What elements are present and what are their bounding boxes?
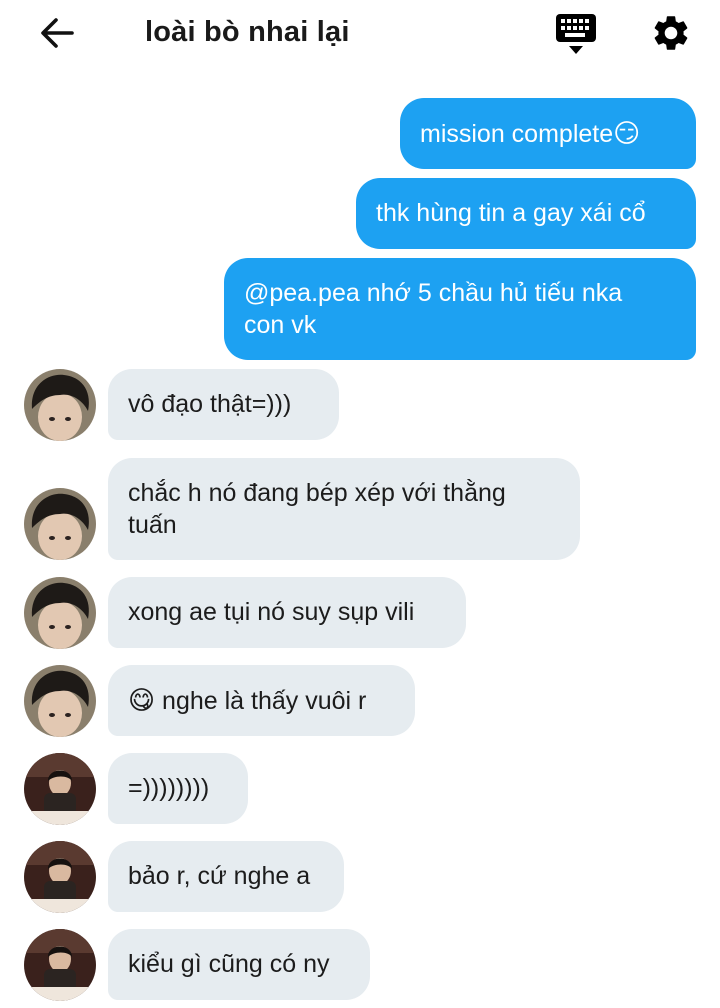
keyboard-icon: [556, 14, 596, 54]
avatar[interactable]: [24, 841, 96, 913]
message-text: xong ae tụi nó suy sụp vili: [128, 598, 415, 626]
message-bubble-incoming[interactable]: =)))))))): [108, 753, 248, 824]
message-bubble-outgoing[interactable]: @pea.pea nhớ 5 chầu hủ tiếu nka con vk: [224, 258, 696, 360]
message-bubble-incoming[interactable]: kiểu gì cũng có ny: [108, 929, 370, 1000]
avatar[interactable]: [24, 369, 96, 441]
message-bubble-incoming[interactable]: chắc h nó đang bép xép với thằng tuấn: [108, 458, 580, 560]
message-text: thk hùng tin a gay xái cổ: [376, 199, 646, 227]
avatar[interactable]: [24, 753, 96, 825]
message-text: =)))))))): [128, 774, 210, 802]
avatar[interactable]: [24, 488, 96, 560]
message-bubble-outgoing[interactable]: mission complete😏: [400, 98, 696, 169]
message-text-line: con vk: [244, 311, 317, 339]
back-button[interactable]: [38, 14, 76, 52]
message-text: vô đạo thật=))): [128, 390, 292, 418]
message-text-line: tuấn: [128, 511, 177, 539]
avatar[interactable]: [24, 577, 96, 649]
smirk-emoji-icon: 😏: [613, 118, 641, 148]
message-bubble-outgoing[interactable]: thk hùng tin a gay xái cổ: [356, 178, 696, 249]
message-bubble-incoming[interactable]: vô đạo thật=))): [108, 369, 339, 440]
message-text: nghe là thấy vuôi r: [155, 687, 367, 715]
message-text: bảo r, cứ nghe a: [128, 862, 311, 890]
yum-emoji-icon: 😋: [128, 685, 156, 715]
settings-button[interactable]: [650, 12, 692, 54]
conversation-title: loài bò nhai lại: [145, 16, 350, 48]
message-text-line: chắc h nó đang bép xép với thằng: [128, 479, 506, 507]
message-text: kiểu gì cũng có ny: [128, 950, 330, 978]
chat-header: loài bò nhai lại: [0, 0, 720, 70]
avatar[interactable]: [24, 665, 96, 737]
keyboard-button[interactable]: [555, 12, 597, 56]
message-text-line: @pea.pea nhớ 5 chầu hủ tiếu nka: [244, 279, 623, 307]
avatar[interactable]: [24, 929, 96, 1001]
message-bubble-incoming[interactable]: 😋 nghe là thấy vuôi r: [108, 665, 415, 736]
message-bubble-incoming[interactable]: xong ae tụi nó suy sụp vili: [108, 577, 466, 648]
message-text: mission complete: [420, 120, 614, 148]
arrow-left-icon: [41, 18, 74, 48]
message-bubble-incoming[interactable]: bảo r, cứ nghe a: [108, 841, 344, 912]
gear-icon: [654, 16, 688, 50]
